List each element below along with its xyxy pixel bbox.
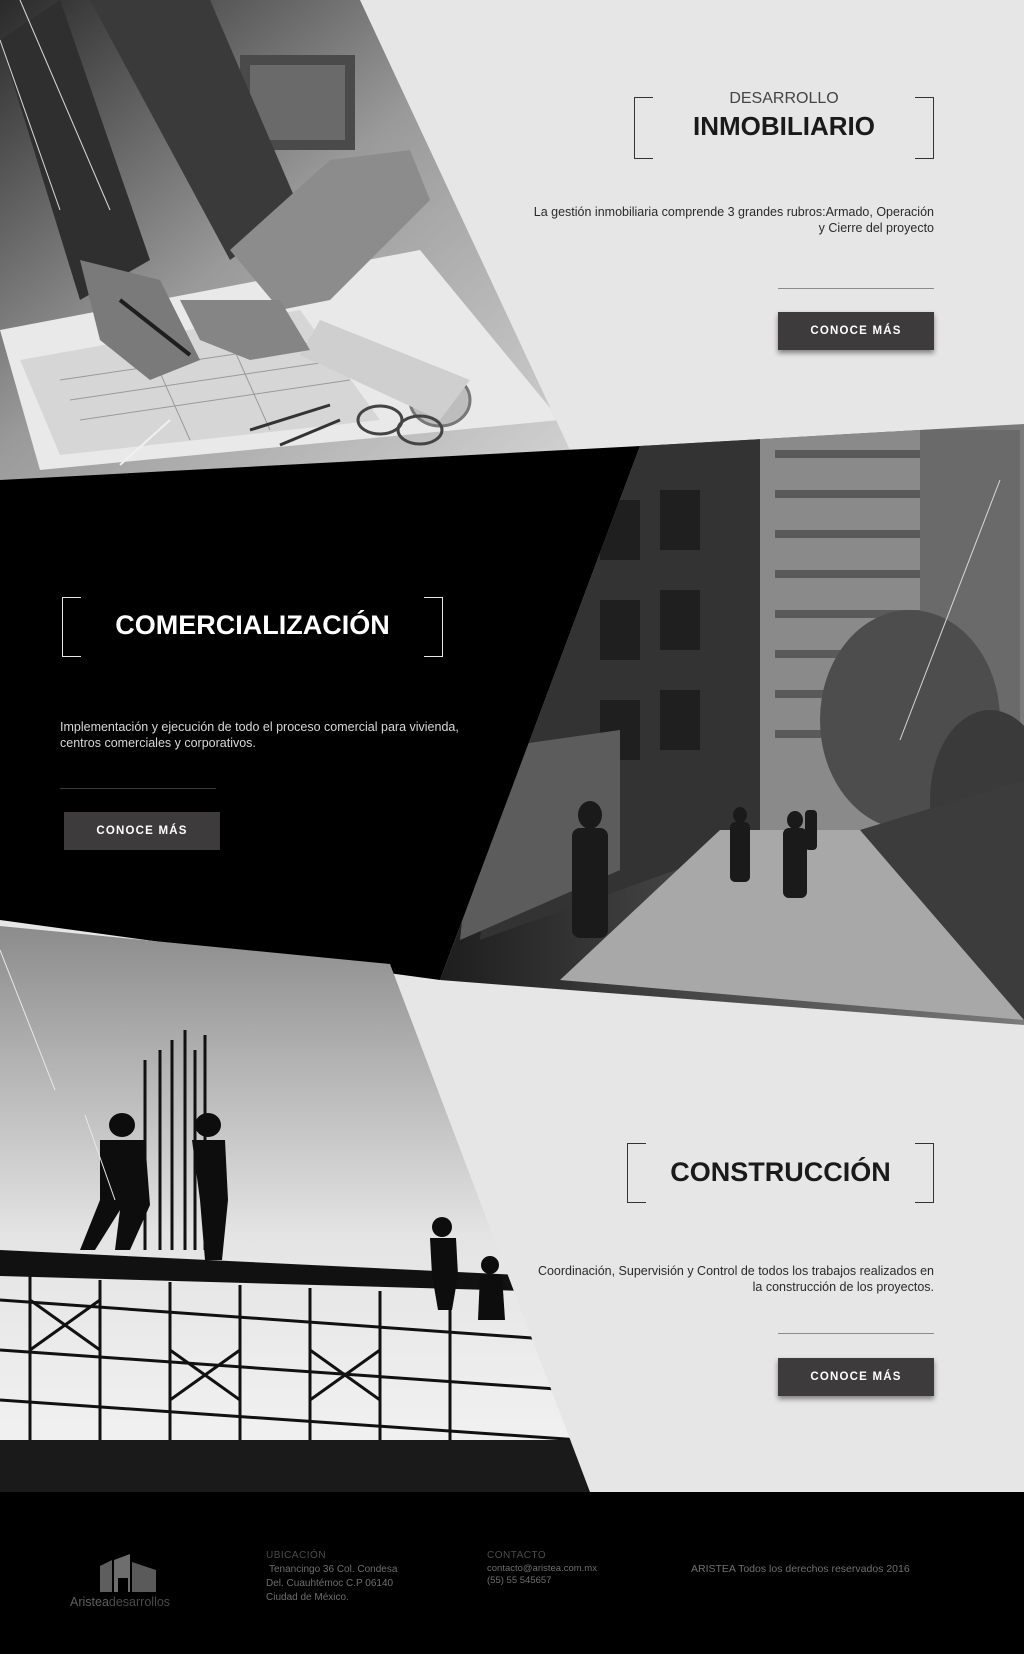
inmobiliario-title: INMOBILIARIO <box>693 111 875 141</box>
comercializacion-title: COMERCIALIZACIÓN <box>115 610 390 640</box>
construccion-title-box: CONSTRUCCIÓN <box>627 1143 934 1203</box>
logo-text: Aristeadesarrollos <box>70 1595 170 1609</box>
comercializacion-description: Implementación y ejecución de todo el pr… <box>60 720 459 750</box>
contacto-label: CONTACTO <box>487 1550 547 1561</box>
contact-phone: (55) 55 545657 <box>487 1575 552 1586</box>
logo-text-bold: Aristea <box>70 1595 109 1609</box>
building-logo-icon <box>100 1554 156 1592</box>
logo-text-light: desarrollos <box>108 1595 171 1609</box>
aristea-logo[interactable]: Aristeadesarrollos <box>68 1552 188 1612</box>
construccion-title: CONSTRUCCIÓN <box>670 1157 891 1187</box>
inmobiliario-description: La gestión inmobiliaria comprende 3 gran… <box>533 205 934 235</box>
footer-contacto: CONTACTO contacto@aristea.com.mx (55) 55… <box>487 1549 597 1587</box>
footer-ubicacion: UBICACIÓN Tenancingo 36 Col. Condesa Del… <box>266 1549 397 1605</box>
inmobiliario-divider <box>778 288 934 289</box>
footer: Aristeadesarrollos UBICACIÓN Tenancingo … <box>0 1492 1024 1654</box>
inmobiliario-subtitle: DESARROLLO <box>729 90 839 107</box>
inmobiliario-conoce-mas-button[interactable]: CONOCE MÁS <box>778 312 934 350</box>
inmobiliario-title-box: DESARROLLO INMOBILIARIO <box>634 90 934 159</box>
footer-copyright: ARISTEA Todos los derechos reservados 20… <box>691 1563 910 1575</box>
address-line-2: Del. Cuauhtémoc C.P 06140 <box>266 1578 394 1589</box>
address-line-1: Tenancingo 36 Col. Condesa <box>269 1564 398 1575</box>
comercializacion-title-box: COMERCIALIZACIÓN <box>62 597 443 657</box>
comercializacion-conoce-mas-button[interactable]: CONOCE MÁS <box>64 812 220 850</box>
contact-email[interactable]: contacto@aristea.com.mx <box>487 1563 597 1575</box>
construccion-divider <box>778 1333 934 1334</box>
construccion-conoce-mas-button[interactable]: CONOCE MÁS <box>778 1358 934 1396</box>
ubicacion-label: UBICACIÓN <box>266 1550 327 1561</box>
construccion-description: Coordinación, Supervisión y Control de t… <box>537 1264 934 1294</box>
construccion-photo <box>0 920 1024 1495</box>
address-line-3: Ciudad de México. <box>266 1592 349 1603</box>
comercializacion-divider <box>60 788 216 789</box>
